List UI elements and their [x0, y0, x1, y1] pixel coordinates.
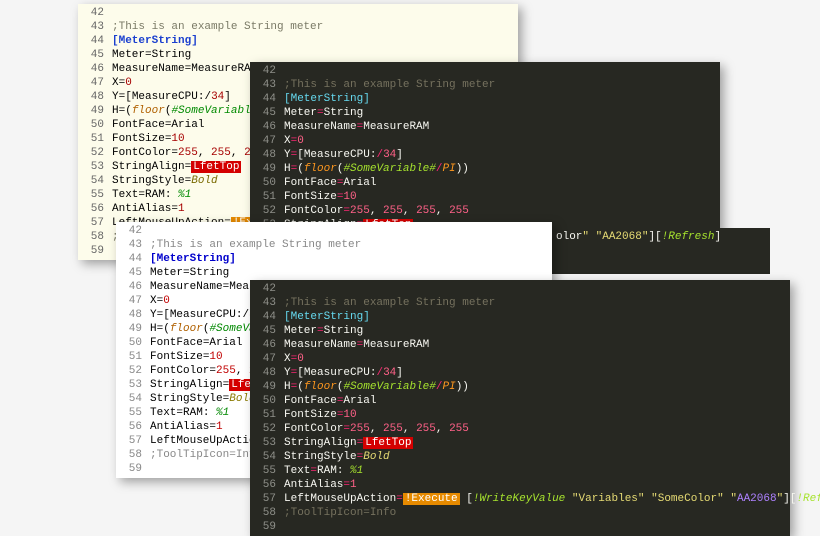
line-gutter: 424344454647484950515253545556575859	[250, 280, 284, 536]
editor-panel-dark-fragment: olor" "AA2068"][!Refresh]	[550, 228, 770, 274]
comment-line: ;This is an example String meter	[112, 21, 323, 33]
line-gutter: 42434445464748495051525354	[250, 62, 284, 248]
bang-token: !Execute	[403, 493, 460, 505]
code-body[interactable]: ;This is an example String meter [MeterS…	[250, 280, 790, 536]
code-body[interactable]: ;This is an example String meter [MeterS…	[250, 62, 720, 248]
line-gutter: 424344454647484950515253545556575859	[78, 4, 112, 260]
section-header: [MeterString]	[112, 35, 198, 47]
line-gutter: 424344454647484950515253545556575859	[116, 222, 150, 478]
editor-panel-dark-lower: 424344454647484950515253545556575859 ;Th…	[250, 280, 790, 536]
editor-panel-dark-upper: 42434445464748495051525354 ;This is an e…	[250, 62, 720, 248]
error-token: LfetTop	[191, 161, 241, 173]
code-body[interactable]: olor" "AA2068"][!Refresh]	[550, 228, 770, 274]
error-token: LfetTop	[363, 437, 413, 449]
line-number: 42	[78, 6, 104, 20]
